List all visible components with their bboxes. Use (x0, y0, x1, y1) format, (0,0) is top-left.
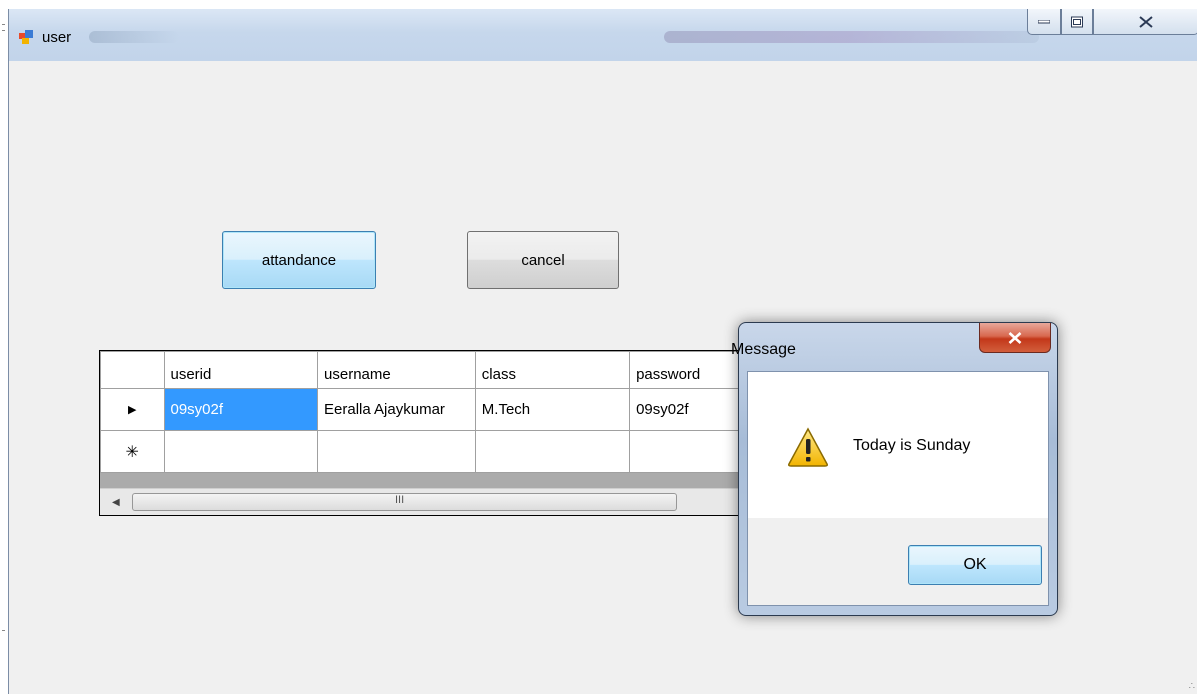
current-row-indicator-icon[interactable]: ▶ (100, 388, 165, 431)
dialog-message: Today is Sunday (853, 437, 971, 454)
column-header-class[interactable]: class (474, 351, 631, 389)
dialog-body: Today is Sunday (747, 371, 1049, 518)
cell-username[interactable] (317, 430, 476, 473)
warning-icon (787, 427, 829, 470)
ok-button[interactable]: OK (908, 545, 1042, 585)
cell-password[interactable] (629, 430, 748, 473)
resize-grip-icon[interactable]: ∴ (1189, 681, 1195, 692)
blurred-background-title (664, 31, 1039, 43)
column-header-password[interactable]: password (629, 351, 748, 389)
minimize-button[interactable] (1027, 9, 1061, 35)
maximize-button[interactable] (1061, 9, 1093, 35)
cancel-button[interactable]: cancel (467, 231, 619, 289)
edge-tick (2, 30, 5, 31)
column-header-userid[interactable]: userid (163, 351, 319, 389)
users-data-grid[interactable]: userid username class password ▶ 09sy02f… (99, 350, 749, 516)
edge-tick (2, 630, 5, 631)
cell-password[interactable]: 09sy02f (629, 388, 748, 431)
column-header-username[interactable]: username (317, 351, 476, 389)
grid-corner-header[interactable] (100, 351, 165, 389)
cell-username[interactable]: Eeralla Ajaykumar (317, 388, 476, 431)
edge-tick (2, 24, 5, 25)
message-dialog: Message Today is Sunday OK (731, 322, 1058, 616)
table-row-new[interactable]: ✳ (100, 430, 748, 473)
dialog-close-button[interactable] (979, 323, 1051, 353)
title-bar[interactable]: user (9, 9, 1197, 61)
scrollbar-grip: III (395, 494, 405, 506)
attendance-button[interactable]: attandance (222, 231, 376, 289)
close-icon (1008, 331, 1022, 344)
table-row[interactable]: ▶ 09sy02f Eeralla Ajaykumar M.Tech 09sy0… (100, 388, 748, 431)
grid-header-row: userid username class password (100, 351, 748, 389)
scroll-left-arrow-icon[interactable]: ◀ (112, 497, 120, 508)
dialog-title: Message (731, 341, 796, 358)
window-title: user (42, 29, 72, 46)
background-desktop-edge (0, 0, 8, 694)
app-icon (18, 29, 34, 45)
minimize-icon (1038, 19, 1050, 23)
new-row-asterisk-icon[interactable]: ✳ (100, 430, 165, 473)
scrollbar-thumb[interactable]: III (132, 493, 677, 511)
cell-userid[interactable] (163, 430, 319, 473)
close-window-button[interactable] (1093, 9, 1197, 35)
horizontal-scrollbar[interactable]: ◀ III (100, 488, 748, 515)
cell-class[interactable] (474, 430, 631, 473)
cell-userid[interactable]: 09sy02f (163, 388, 319, 431)
close-icon (1139, 15, 1153, 28)
maximize-icon (1071, 16, 1083, 27)
cell-class[interactable]: M.Tech (474, 388, 631, 431)
blurred-title-text (89, 31, 179, 43)
dialog-footer: OK (747, 518, 1049, 606)
